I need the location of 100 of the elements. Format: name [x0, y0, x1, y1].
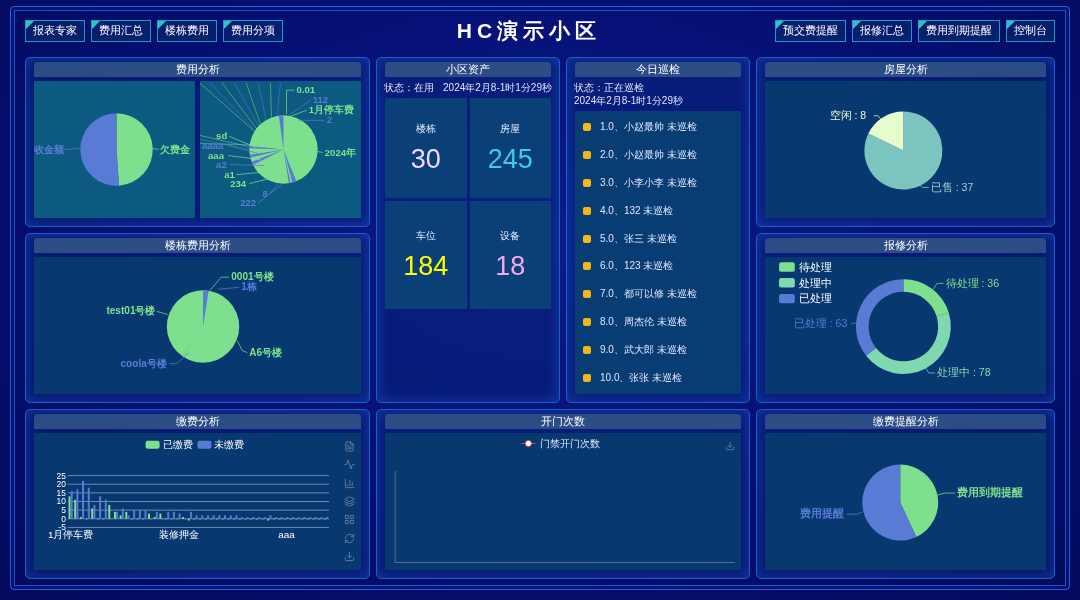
- task-icon: [583, 346, 591, 354]
- axis-label: 10: [56, 496, 66, 507]
- patrol-item: 1.0、小赵最帅 未巡检: [600, 120, 697, 134]
- panel-title: 楼栋费用分析: [34, 238, 361, 253]
- patrol-item: 3.0、小李小李 未巡检: [600, 175, 697, 190]
- legend-label: 已处理: [799, 292, 833, 305]
- slice-label: 0001号楼: [231, 271, 274, 283]
- task-icon: [583, 206, 591, 215]
- stat-label: 设备: [500, 228, 521, 243]
- leader-line: [932, 283, 944, 291]
- panel-title: 缴费提醒分析: [765, 414, 1046, 429]
- leader-line: [156, 311, 169, 315]
- axis-label: 15: [56, 487, 66, 498]
- panel-title: 报修分析: [765, 238, 1046, 253]
- slice-label: 空闲 : 8: [829, 108, 867, 121]
- nav-button[interactable]: 楼栋费用: [157, 20, 217, 42]
- panel-title: 费用分析: [34, 62, 361, 77]
- task-icon: [583, 150, 591, 159]
- download-icon[interactable]: [344, 550, 355, 562]
- legend-swatch: [779, 278, 795, 288]
- stat-label: 车位: [415, 228, 436, 243]
- slice-label: A6号楼: [249, 346, 283, 358]
- legend-swatch: [779, 293, 795, 304]
- nav-button[interactable]: 费用分项: [223, 20, 283, 42]
- stat-value: 184: [403, 250, 449, 282]
- patrol-item: 8.0、周杰伦 未巡检: [600, 315, 687, 330]
- legend-label: 未缴费: [214, 439, 245, 451]
- leader-line: [152, 148, 160, 150]
- task-icon: [583, 318, 591, 327]
- patrol-item: 4.0、132 未巡检: [600, 203, 674, 218]
- status-text: 状态：在用: [384, 81, 434, 94]
- axis-label: 5: [61, 505, 66, 516]
- task-icon: [583, 262, 591, 271]
- axis-label: 25: [56, 470, 66, 481]
- axis-label: 装修押金: [158, 529, 199, 541]
- slice-label: 费用到期提醒: [957, 486, 1024, 499]
- timestamp: 2024年2月8-1时1分29秒: [443, 81, 552, 94]
- patrol-item: 7.0、都可以修 未巡检: [600, 287, 697, 302]
- patrol-item: 10.0、张张 未巡检: [600, 370, 683, 385]
- refresh-icon[interactable]: [344, 532, 355, 544]
- timestamp: 2024年2月8-1时1分29秒: [574, 94, 683, 107]
- line-chart-icon[interactable]: [344, 459, 355, 471]
- nav-button[interactable]: 控制台: [1006, 20, 1055, 42]
- pie-chart-drawing: [249, 115, 318, 184]
- leader-line: [317, 151, 324, 153]
- leader-line: [229, 164, 265, 166]
- dashboard-title: HC演示小区: [456, 18, 602, 44]
- leader-line: [298, 119, 326, 121]
- task-icon: [583, 234, 591, 243]
- grid-icon[interactable]: [344, 514, 355, 526]
- patrol-item: 9.0、武大郎 未巡检: [600, 343, 687, 357]
- leader-line: [924, 365, 936, 374]
- slice-label: test01号楼: [106, 305, 156, 317]
- panel-title: 缴费分析: [34, 414, 361, 429]
- nav-button[interactable]: 预交费提醒: [775, 20, 846, 42]
- slice-label: 已处理 : 63: [793, 316, 848, 329]
- slice-label: 1月停车费: [308, 104, 354, 116]
- patrol-item: 2.0、小赵最帅 未巡检: [600, 147, 697, 162]
- patrol-item: 5.0、张三 未巡检: [600, 231, 677, 246]
- slice-label: 1栋: [241, 281, 257, 293]
- data-view-icon[interactable]: [344, 441, 355, 452]
- stack-icon[interactable]: [344, 496, 355, 507]
- stat-value: 18: [495, 250, 526, 282]
- legend-label: 待处理: [799, 260, 833, 273]
- legend-label: 处理中: [799, 276, 833, 289]
- nav-button[interactable]: 费用到期提醒: [918, 20, 1000, 42]
- bar-chart-icon[interactable]: [344, 477, 355, 489]
- leader-line: [236, 340, 248, 354]
- slice-label: a1: [224, 168, 235, 180]
- legend-swatch: [779, 262, 795, 272]
- slice-label: aaaa: [202, 140, 224, 151]
- slice-label: 欠费金: [159, 143, 190, 155]
- task-icon: [583, 123, 591, 131]
- legend-label: 门禁开门次数: [539, 438, 600, 450]
- nav-button[interactable]: 报修汇总: [852, 20, 912, 42]
- panel-title: 房屋分析: [765, 62, 1046, 77]
- slice-label: a2: [216, 159, 227, 171]
- leader-line: [873, 115, 883, 122]
- nav-button[interactable]: 报表专家: [25, 20, 85, 42]
- download-icon[interactable]: [725, 441, 735, 451]
- slice-label: 处理中 : 78: [937, 366, 991, 379]
- nav-button[interactable]: 费用汇总: [91, 20, 151, 42]
- leader-line: [915, 180, 930, 188]
- leader-line: [850, 321, 858, 324]
- leader-line: [168, 352, 190, 365]
- slice-label: sd: [216, 130, 228, 142]
- legend-label: 已缴费: [162, 439, 193, 451]
- panel-title: 今日巡检: [575, 62, 741, 77]
- slice-label: 收金额: [34, 143, 64, 155]
- task-icon: [583, 290, 591, 299]
- leader-line: [63, 148, 82, 150]
- slice-label: aaa: [208, 149, 224, 161]
- stat-value: 245: [487, 143, 533, 175]
- slice-label: 234: [230, 178, 247, 190]
- leader-line: [846, 511, 863, 515]
- slice-label: coola号楼: [120, 357, 167, 369]
- status-text: 状态：正在巡检: [574, 81, 644, 94]
- panel-title: 小区资产: [385, 62, 551, 77]
- task-icon: [583, 178, 591, 187]
- slice-label: 0.01: [296, 84, 316, 96]
